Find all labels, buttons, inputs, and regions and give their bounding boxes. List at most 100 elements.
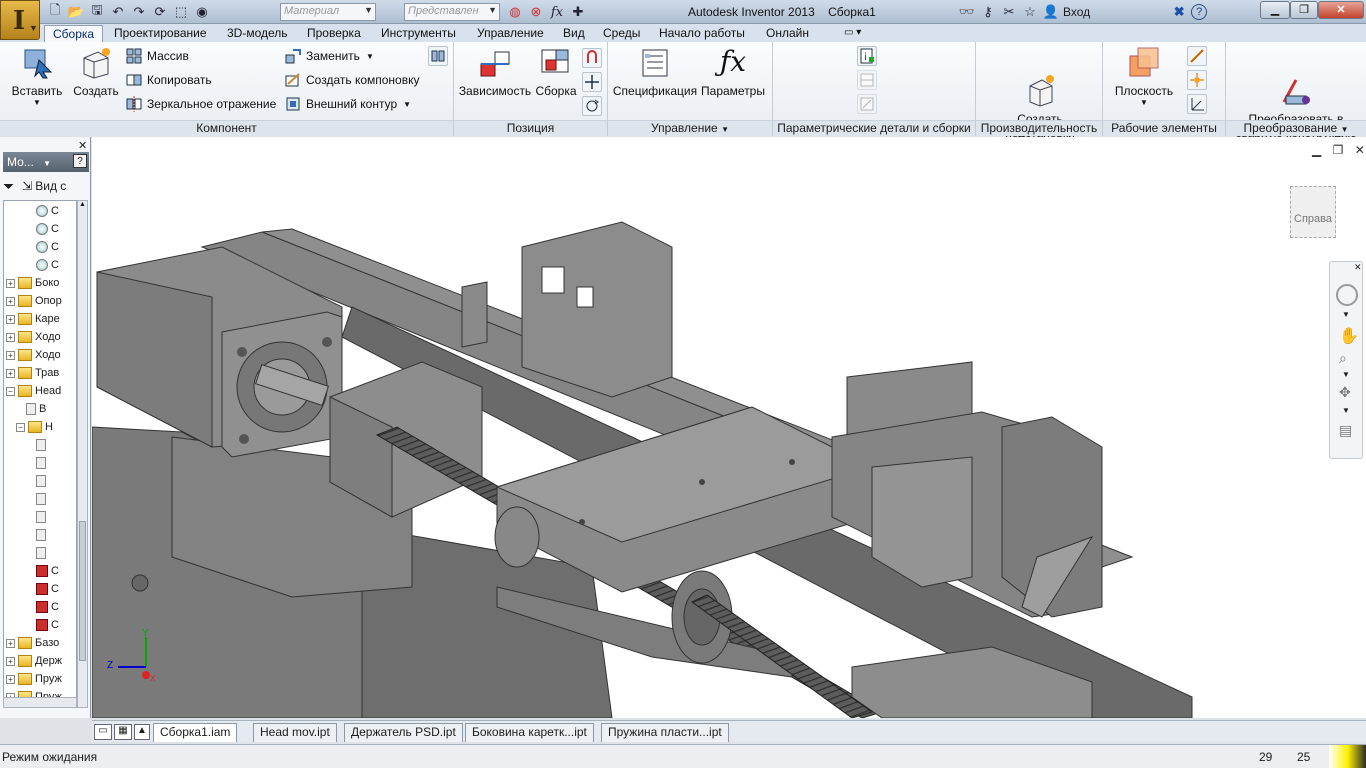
create-layout-button[interactable]: Создать компоновку	[285, 70, 419, 90]
orbit-icon[interactable]: ✥	[1339, 384, 1351, 401]
steering-wheel-icon[interactable]	[1336, 284, 1358, 306]
browser-tree-node[interactable]: + Трав	[6, 365, 59, 381]
create-button[interactable]: Создать	[70, 46, 122, 98]
browser-tree-node[interactable]: − Head	[6, 383, 61, 399]
shrinkwrap-button[interactable]: Внешний контур ▼	[285, 94, 411, 114]
tab-online[interactable]: Онлайн	[758, 25, 817, 42]
expand-icon[interactable]: +	[6, 314, 15, 324]
user-icon[interactable]: 👤	[1042, 3, 1060, 21]
tab-3d-model[interactable]: 3D-модель	[219, 25, 296, 42]
pan-icon[interactable]: ✋	[1339, 326, 1359, 346]
tab-design[interactable]: Проектирование	[106, 25, 215, 42]
update-icon[interactable]: ⟳	[151, 3, 169, 21]
save-icon[interactable]: 🖫	[88, 2, 106, 21]
chevron-down-icon[interactable]: ▼	[1342, 370, 1350, 379]
minimize-button[interactable]: ▁	[1260, 1, 1290, 19]
zoom-icon[interactable]: ⌕	[1339, 350, 1347, 367]
application-menu-button[interactable]: I ▼	[0, 0, 40, 40]
browser-tree-node[interactable]: С	[36, 257, 59, 273]
constrain-button[interactable]: Зависимость	[456, 46, 534, 98]
expand-icon[interactable]: +	[6, 332, 15, 342]
expand-icon[interactable]: +	[6, 368, 15, 378]
chevron-down-icon[interactable]: ▼	[1342, 406, 1350, 415]
ribbon-options-icon[interactable]: ▭ ▾	[836, 25, 869, 42]
material-select[interactable]: Материал ▼	[280, 3, 376, 21]
browser-tree-node[interactable]: + Ходо	[6, 347, 61, 363]
browser-tree-node[interactable]: + Базо	[6, 635, 59, 651]
doc-tab-psd-holder[interactable]: Держатель PSD.ipt	[344, 723, 463, 742]
tab-view[interactable]: Вид	[555, 25, 593, 42]
browser-tree-node[interactable]	[36, 491, 49, 507]
work-point-button[interactable]	[1187, 70, 1207, 90]
doc-tab-spring-plate[interactable]: Пружина пласти...ipt	[601, 723, 729, 742]
assembly-model[interactable]	[92, 137, 1366, 718]
view-icon[interactable]: ⇲	[22, 179, 32, 193]
close-icon[interactable]: ✕	[78, 139, 87, 152]
ipart-table-button[interactable]	[857, 70, 877, 90]
close-icon[interactable]: ✕	[1355, 143, 1365, 157]
star-icon[interactable]: ☆	[1021, 3, 1039, 21]
open-icon[interactable]: 📂	[67, 3, 85, 21]
appearance-override-icon[interactable]: ◍	[506, 3, 524, 21]
joint-button[interactable]	[582, 48, 602, 68]
cascade-icon[interactable]: ▦	[114, 724, 132, 740]
browser-tree-node[interactable]: С	[36, 203, 59, 219]
expand-icon[interactable]: +	[6, 674, 15, 684]
minimize-icon[interactable]: ▁	[1312, 143, 1321, 157]
select-icon[interactable]: ⬚	[172, 3, 190, 21]
doc-tab-carriage-side[interactable]: Боковина каретк...ipt	[465, 723, 594, 742]
expand-icon[interactable]: +	[6, 656, 15, 666]
signin-label[interactable]: Вход	[1063, 5, 1090, 19]
component-extra-button[interactable]	[428, 46, 448, 66]
viewcube[interactable]: Справа	[1290, 186, 1336, 238]
help-icon[interactable]: ?	[1191, 4, 1208, 20]
browser-tree-node[interactable]	[36, 545, 49, 561]
browser-tree-node[interactable]: + Держ	[6, 653, 62, 669]
browser-tree-node[interactable]	[36, 509, 49, 525]
insert-button[interactable]: Вставить ▼	[8, 46, 66, 107]
group-manage-label[interactable]: Управление ▼	[608, 120, 772, 136]
expand-icon[interactable]: +	[6, 350, 15, 360]
close-icon[interactable]: ✕	[1354, 262, 1362, 273]
chevron-down-icon[interactable]: ▼	[1342, 310, 1350, 319]
ucs-button[interactable]	[1187, 94, 1207, 114]
color-wheel-icon[interactable]: ◉	[193, 3, 211, 21]
scrollbar-thumb[interactable]	[79, 521, 86, 661]
assemble-button[interactable]: Сборка	[534, 46, 578, 98]
undo-icon[interactable]: ↶	[109, 3, 127, 21]
browser-tree-node[interactable]: + Пруж	[6, 671, 62, 687]
browser-tree-node[interactable]: − Н	[16, 419, 53, 435]
work-axis-button[interactable]	[1187, 46, 1207, 66]
expand-icon[interactable]: +	[6, 638, 15, 648]
replace-button[interactable]: Заменить ▼	[285, 46, 374, 66]
tab-get-started[interactable]: Начало работы	[651, 25, 753, 42]
ipart-edit-button[interactable]	[857, 94, 877, 114]
filter-icon[interactable]: ⏷	[3, 178, 14, 195]
collapse-icon[interactable]: −	[6, 386, 15, 396]
new-icon[interactable]: 🗋	[46, 2, 64, 21]
restore-button[interactable]: ❐	[1290, 1, 1318, 19]
close-button[interactable]: ✕	[1318, 1, 1364, 19]
browser-tree-node[interactable]: + Каре	[6, 311, 60, 327]
tab-assemble[interactable]: Сборка	[44, 25, 104, 42]
scroll-up-icon[interactable]: ▲	[78, 201, 87, 208]
browser-tree-node[interactable]: + Боко	[6, 275, 59, 291]
tab-manage[interactable]: Управление	[469, 25, 552, 42]
help-icon[interactable]: ?	[73, 154, 87, 168]
browser-tree-node[interactable]	[36, 437, 49, 453]
tile-icon[interactable]: ▭	[94, 724, 112, 740]
clear-override-icon[interactable]: ⊗	[527, 3, 545, 21]
copy-button[interactable]: Копировать	[126, 70, 212, 90]
tab-environments[interactable]: Среды	[595, 25, 648, 42]
mirror-button[interactable]: Зеркальное отражение	[126, 94, 276, 114]
parameters-button[interactable]: ƒx Параметры	[700, 46, 766, 99]
browser-tree-node[interactable]	[36, 455, 49, 471]
browser-tree-node[interactable]: В	[26, 401, 46, 417]
bom-button[interactable]: Спецификация	[612, 46, 698, 98]
chevron-up-icon[interactable]: ▲	[134, 724, 150, 740]
browser-scrollbar[interactable]: ▲	[77, 200, 88, 708]
key-icon[interactable]: ⚷	[979, 3, 997, 21]
doc-tab-assembly[interactable]: Сборка1.iam	[153, 723, 238, 742]
expand-icon[interactable]: +	[6, 296, 15, 306]
pattern-button[interactable]: Массив	[126, 46, 189, 66]
